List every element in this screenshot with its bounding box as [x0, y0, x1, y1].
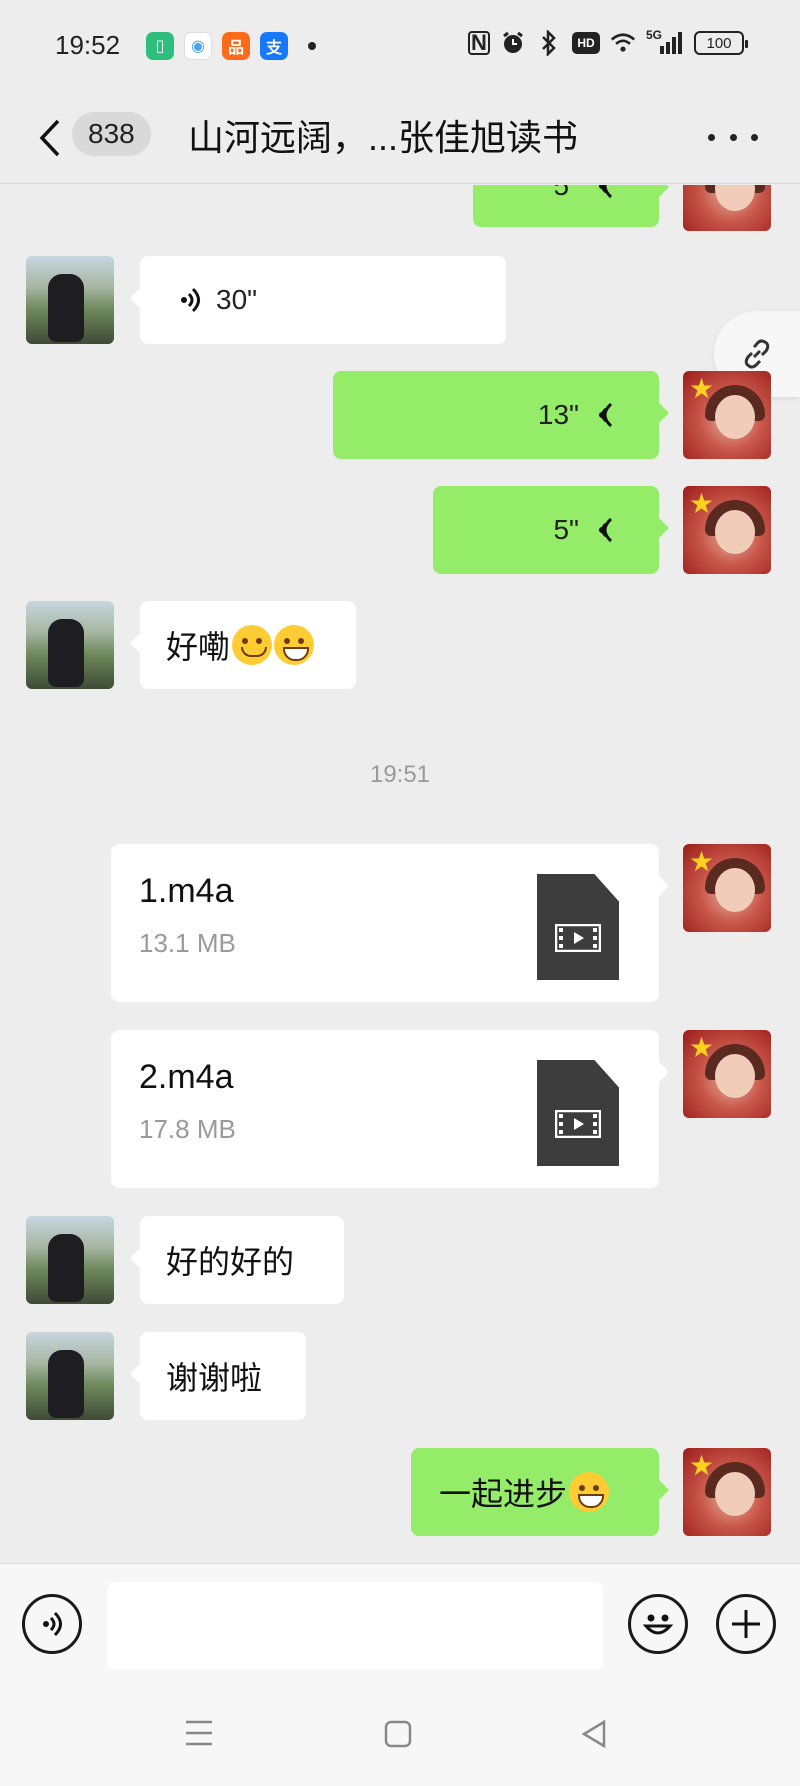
message-list[interactable]: 5" ★ 30" 13" ★ 5" ★ 好嘞 19:51 1.m4a 13.1	[0, 185, 800, 1563]
file-message[interactable]: 1.m4a 13.1 MB	[111, 844, 659, 1002]
message-timestamp: 19:51	[369, 761, 431, 788]
message-input-bar	[0, 1563, 800, 1683]
more-options-button[interactable]	[708, 122, 758, 152]
emoji-icon	[642, 1614, 674, 1635]
video-file-icon	[537, 1060, 619, 1166]
browser-app-icon: ◉	[184, 32, 212, 60]
contact-avatar[interactable]	[26, 256, 114, 344]
menu-nav-icon[interactable]	[184, 1719, 214, 1747]
battery-app-icon: ▯	[146, 32, 174, 60]
text-message[interactable]: 一起进步	[411, 1448, 669, 1536]
text-message[interactable]: 好嘞	[130, 601, 356, 689]
nfc-icon: N	[468, 30, 490, 55]
message-text: 好嘞	[166, 629, 231, 665]
battery-indicator: 100	[694, 31, 748, 55]
unread-count-badge[interactable]: 838	[72, 112, 151, 156]
network-type-label: 5G	[646, 28, 663, 42]
contact-avatar[interactable]	[26, 1216, 114, 1304]
voice-message[interactable]: 30"	[130, 256, 506, 344]
alarm-icon	[500, 30, 526, 56]
voice-duration: 5"	[553, 514, 579, 545]
link-icon	[744, 339, 770, 369]
my-avatar[interactable]: ★	[683, 844, 771, 932]
more-dot-icon	[729, 133, 737, 141]
voice-duration: 5"	[553, 185, 579, 201]
notification-dot-icon	[308, 42, 316, 50]
more-dot-icon	[708, 133, 715, 141]
back-nav-icon[interactable]	[580, 1719, 608, 1749]
file-message[interactable]: 2.m4a 17.8 MB	[111, 1030, 659, 1188]
smile-emoji-icon	[232, 625, 273, 665]
page-title: 山河远阔，...张佳旭读书	[188, 117, 579, 158]
signal-icon: 5G	[646, 28, 684, 56]
voice-message[interactable]: 5"	[473, 185, 669, 227]
home-nav-icon[interactable]	[383, 1719, 413, 1749]
text-message[interactable]: 谢谢啦	[130, 1332, 306, 1420]
status-bar: 19:52 ▯ ◉ 品 支 N HD 5G 100	[0, 0, 800, 92]
video-file-icon	[537, 874, 619, 980]
file-size: 17.8 MB	[139, 1114, 236, 1144]
voice-duration: 30"	[216, 284, 258, 315]
message-text: 好的好的	[166, 1244, 295, 1280]
status-indicators: N HD 5G 100	[468, 28, 748, 56]
contact-avatar[interactable]	[26, 601, 114, 689]
bluetooth-icon	[536, 30, 562, 56]
plus-icon	[732, 1610, 760, 1638]
file-name: 2.m4a	[139, 1058, 234, 1096]
text-message[interactable]: 好的好的	[130, 1216, 344, 1304]
grin-emoji-icon	[569, 1472, 610, 1512]
voice-icon	[43, 1611, 62, 1637]
hd-icon: HD	[572, 32, 600, 54]
voice-input-button[interactable]	[22, 1594, 82, 1654]
message-input[interactable]	[107, 1582, 603, 1670]
voice-wave-icon	[599, 402, 613, 428]
add-more-button[interactable]	[716, 1594, 776, 1654]
status-app-icons: ▯ ◉ 品 支	[146, 32, 316, 60]
status-time: 19:52	[55, 30, 121, 60]
file-size: 13.1 MB	[139, 928, 236, 958]
grin-emoji-icon	[274, 625, 315, 665]
my-avatar[interactable]: ★	[683, 371, 771, 459]
voice-wave-icon	[181, 287, 200, 313]
emoji-button[interactable]	[628, 1594, 688, 1654]
back-button[interactable]	[30, 110, 70, 166]
message-text: 谢谢啦	[166, 1360, 263, 1396]
wifi-icon	[610, 30, 636, 56]
voice-duration: 13"	[537, 399, 579, 430]
file-name: 1.m4a	[139, 872, 234, 910]
my-avatar[interactable]: ★	[683, 185, 771, 231]
chevron-left-icon	[39, 119, 60, 157]
my-avatar[interactable]: ★	[683, 1030, 771, 1118]
system-nav-bar	[0, 1683, 800, 1786]
voice-message[interactable]: 5"	[433, 486, 669, 574]
taobao-app-icon: 品	[222, 32, 250, 60]
my-avatar[interactable]: ★	[683, 486, 771, 574]
more-dot-icon	[751, 133, 758, 141]
voice-wave-icon	[599, 517, 613, 543]
alipay-app-icon: 支	[260, 32, 288, 60]
voice-wave-icon	[599, 185, 613, 199]
my-avatar[interactable]: ★	[683, 1448, 771, 1536]
message-text: 一起进步	[439, 1476, 568, 1512]
contact-avatar[interactable]	[26, 1332, 114, 1420]
voice-message[interactable]: 13"	[333, 371, 669, 459]
chat-header: 838 山河远阔，...张佳旭读书	[0, 92, 800, 184]
